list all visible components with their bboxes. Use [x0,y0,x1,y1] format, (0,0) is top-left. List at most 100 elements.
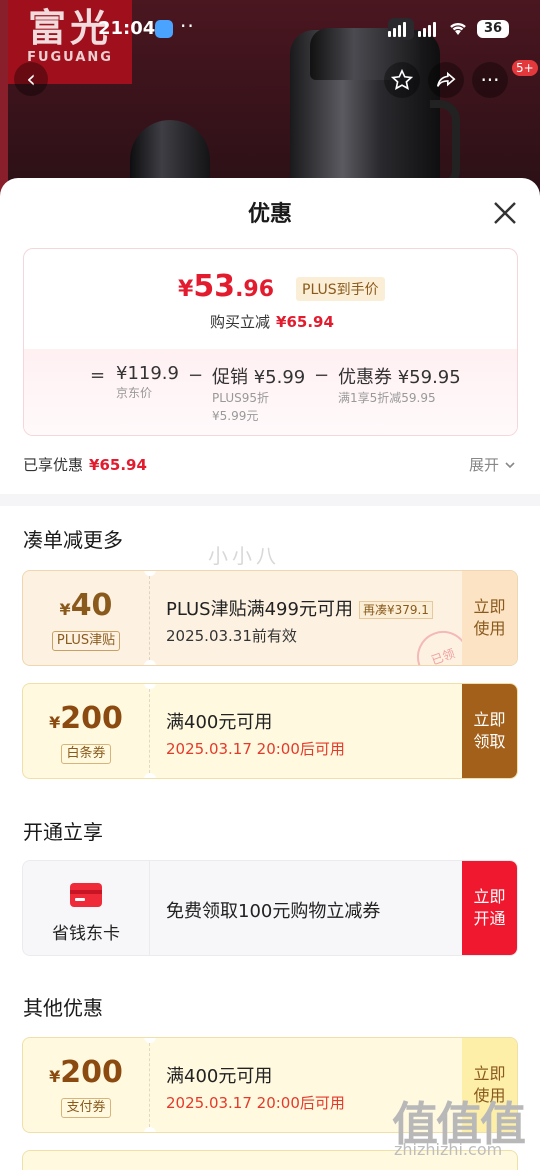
back-button[interactable]: ‹ [14,62,48,96]
coupon-discount-line: 满1享5折减59.95 [338,391,436,405]
promo-line-1: PLUS95折 [212,391,269,405]
coupon-title-text: PLUS津贴满499元可用 [166,599,353,620]
coupon-kind: 支付券 [61,1098,111,1118]
signal-icon-1 [388,22,406,37]
coupon-amount: ¥40 [23,589,149,627]
coupon-value: 200 [60,1055,123,1090]
price-breakdown-card: ¥53.96 PLUS到手价 购买立减 ¥65.94 = ¥119.9 京东价 −… [23,248,518,436]
user-watermark: 小小八 [208,544,280,568]
site-watermark: 值值值 zhizhizhi.com [392,1088,532,1168]
promo-line-2: ¥5.99元 [212,409,259,423]
coupon-info: 满400元可用 2025.03.17 20:00后可用 [166,708,345,759]
site-watermark-url: zhizhizhi.com [394,1140,503,1159]
coupon-discount: 优惠券 ¥59.95 满1享5折减59.95 [338,363,461,407]
coupon-validity: 2025.03.17 20:00后可用 [166,1094,345,1112]
coupon-plus-allowance: ¥40 PLUS津贴 PLUS津贴满499元可用 再凑¥379.1 2025.03… [22,570,518,666]
card-icon-block: 省钱东卡 [23,861,150,955]
coupon-title: PLUS津贴满499元可用 再凑¥379.1 [166,595,433,621]
coupon-kind: 白条券 [61,744,111,764]
coupon-value: 200 [60,701,123,736]
btn-line-1: 立即 [473,597,506,616]
promo-discount: 促销 ¥5.99 PLUS95折 ¥5.99元 [212,363,305,425]
final-price-dec: .96 [235,277,275,302]
coupon-yen: ¥ [49,713,61,732]
share-icon[interactable] [428,62,464,98]
favorite-icon[interactable] [384,62,420,98]
more-notifications: ·· [180,14,195,38]
section-more-deals: 凑单减更多 [23,528,123,552]
btn-line-1: 立即 [473,887,506,906]
coupon-info: PLUS津贴满499元可用 再凑¥379.1 2025.03.31前有效 [166,595,433,646]
btn-line-1: 立即 [473,710,506,729]
enjoyed-label: 已享优惠 [23,456,84,474]
app-notification-icon [155,20,173,38]
coupon-needed-tag: 再凑¥379.1 [358,601,433,619]
coupon-value: 40 [70,588,113,623]
nav-actions: ··· [384,62,508,98]
coupon-yen: ¥ [49,1067,61,1086]
battery-icon: 36 [477,20,509,38]
minus-sign-1: − [188,365,204,386]
message-badge: 5+ [512,60,538,76]
coupon-validity: 2025.03.17 20:00后可用 [166,740,345,758]
section-divider [0,494,540,506]
coupon-validity: 2025.03.31前有效 [166,627,297,645]
status-bar: 21:04 ·· 36 [0,0,540,60]
expand-button[interactable]: 展开 [469,454,516,475]
promo-value: 促销 ¥5.99 [212,367,306,388]
coupon-title: 满400元可用 [166,1066,273,1087]
final-price: ¥53.96 [178,269,274,304]
jd-price-value: ¥119.9 [116,363,179,384]
instant-discount-value: ¥65.94 [276,313,334,331]
final-price-yen: ¥ [178,277,194,302]
plus-price-tag: PLUS到手价 [296,277,385,301]
instant-discount: 购买立减 ¥65.94 [210,311,334,332]
card-info: 免费领取100元购物立减券 [166,897,380,923]
coupon-kind: PLUS津贴 [51,631,121,651]
chevron-down-icon [505,462,515,469]
btn-line-2: 领取 [473,732,506,751]
card-icon [70,883,102,907]
coupon-amount-block: ¥40 PLUS津贴 [23,571,150,665]
card-name: 省钱东卡 [52,924,120,944]
equals-sign: = [90,365,106,386]
coupon-amount: ¥200 [23,1056,149,1094]
btn-line-1: 立即 [473,1064,506,1083]
coupon-amount: ¥200 [23,702,149,740]
btn-line-2: 使用 [473,619,506,638]
coupon-claim-button[interactable]: 立即 领取 [462,684,517,778]
jd-price: ¥119.9 京东价 [116,363,179,402]
card-title: 免费领取100元购物立减券 [166,901,381,922]
coupon-notch-bottom [144,1127,156,1132]
sheet-title: 优惠 [247,202,292,227]
coupon-discount-value: 优惠券 ¥59.95 [338,367,461,388]
jd-price-label: 京东价 [116,386,153,400]
status-time: 21:04 [98,18,156,39]
coupon-info: 满400元可用 2025.03.17 20:00后可用 [166,1062,345,1113]
instant-discount-label: 购买立减 [210,313,271,331]
coupon-amount-block: ¥200 白条券 [23,684,150,778]
btn-line-2: 开通 [473,909,506,928]
wifi-icon [450,22,466,35]
section-open-enjoy: 开通立享 [23,820,103,844]
minus-sign-2: − [314,365,330,386]
enjoyed-value: ¥65.94 [89,456,147,474]
section-other-deals: 其他优惠 [23,996,103,1020]
discount-sheet: 优惠 ¥53.96 PLUS到手价 购买立减 ¥65.94 = ¥119.9 京东… [0,178,540,1170]
enjoyed-discount: 已享优惠 ¥65.94 [23,454,147,475]
more-icon[interactable]: ··· [472,62,508,98]
close-icon[interactable] [490,198,520,228]
coupon-title: 满400元可用 [166,712,273,733]
coupon-notch-bottom [144,773,156,778]
coupon-use-button[interactable]: 立即 使用 [462,571,517,665]
open-card-button[interactable]: 立即 开通 [462,861,517,955]
coupon-notch-bottom [144,660,156,665]
flask-handle [430,100,460,190]
coupon-saving-card: 省钱东卡 免费领取100元购物立减券 立即开通 [22,860,518,956]
expand-label: 展开 [469,456,500,474]
final-price-int: 53 [193,269,236,304]
coupon-baitiao: ¥200 白条券 满400元可用 2025.03.17 20:00后可用 立即领… [22,683,518,779]
coupon-yen: ¥ [59,600,71,619]
signal-icon-2 [418,22,436,37]
coupon-amount-block: ¥200 支付券 [23,1038,150,1132]
